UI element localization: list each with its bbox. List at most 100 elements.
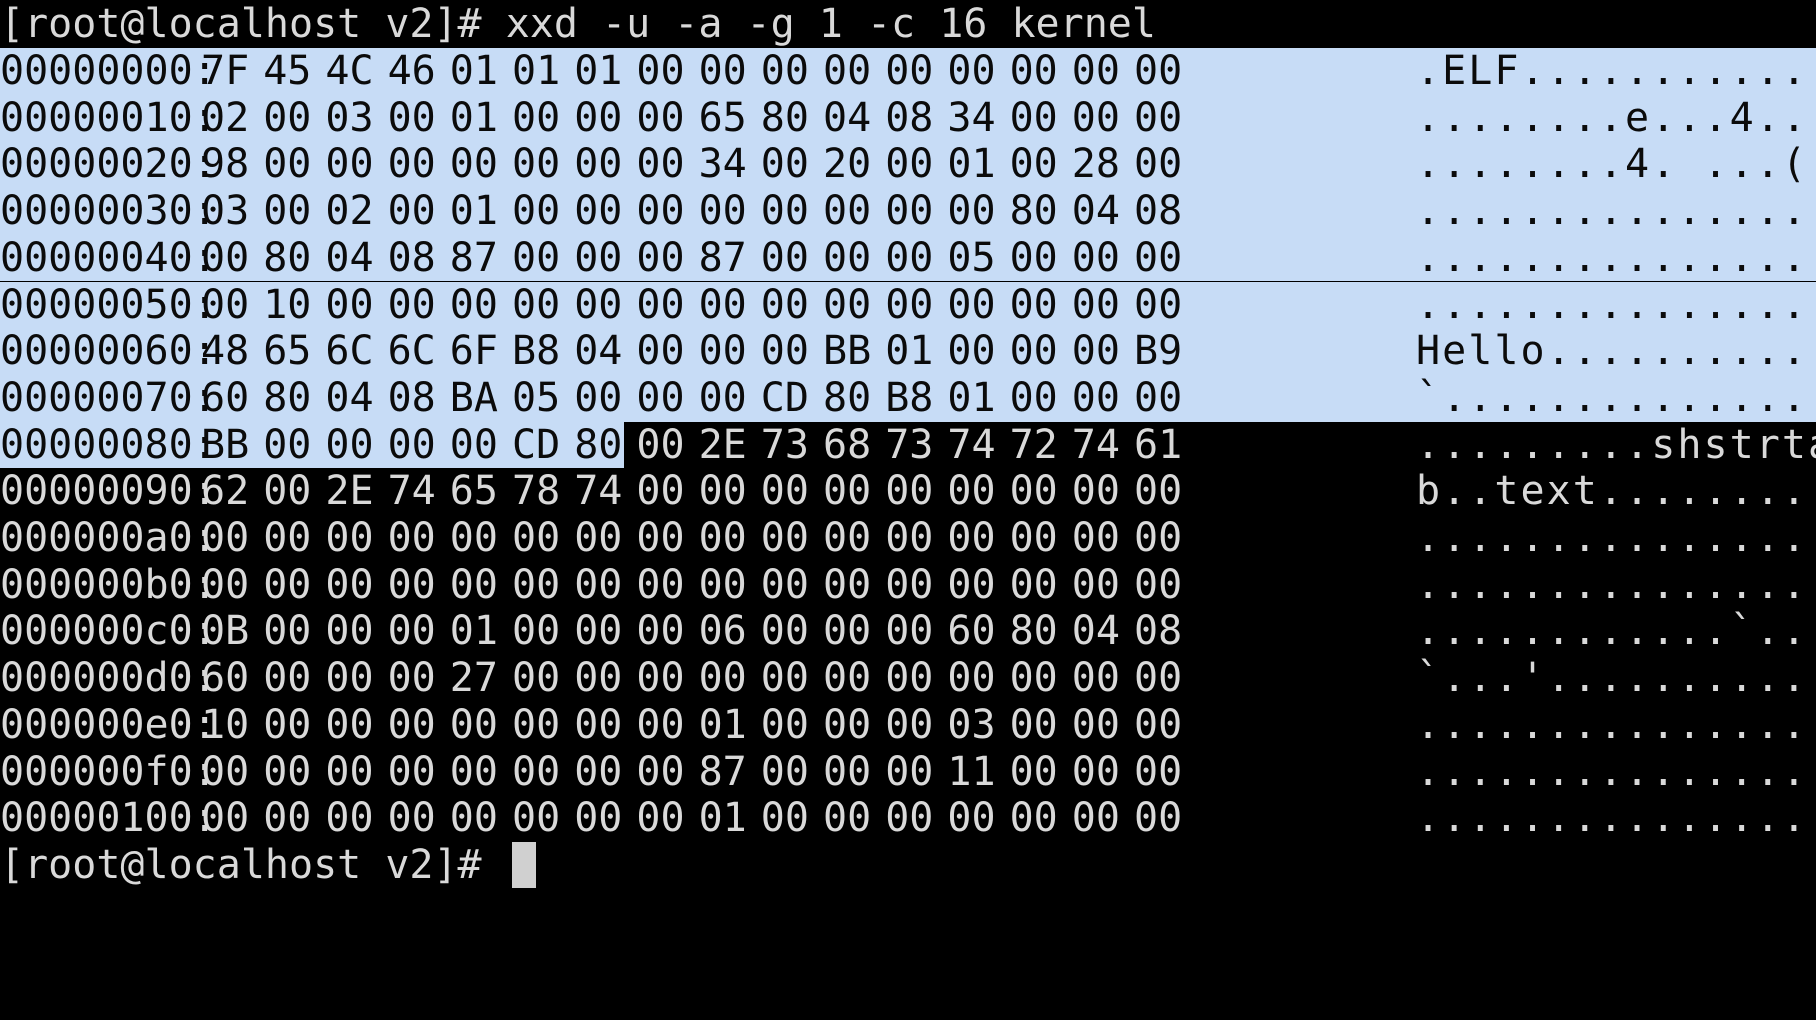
row-ascii: ................ xyxy=(1416,748,1816,795)
hex-byte: 01 xyxy=(698,795,747,842)
hex-byte: 00 xyxy=(574,188,623,235)
hex-byte: 80 xyxy=(1009,188,1058,235)
hex-byte: 00 xyxy=(698,561,747,608)
hex-byte: 00 xyxy=(325,561,374,608)
hex-byte: 00 xyxy=(387,748,436,795)
hex-byte: 00 xyxy=(1134,515,1183,561)
hex-byte: 00 xyxy=(201,281,250,328)
hex-byte: 00 xyxy=(449,701,498,748)
hex-byte: 00 xyxy=(387,141,436,188)
hex-byte: 01 xyxy=(947,374,996,421)
hex-byte: 00 xyxy=(947,561,996,608)
row-ascii: ................ xyxy=(1416,281,1816,328)
hex-byte: 74 xyxy=(1071,421,1120,468)
hex-byte: 00 xyxy=(1134,561,1183,608)
row-ascii: .........shstrta xyxy=(1416,421,1816,468)
hex-byte: 00 xyxy=(512,234,561,281)
hex-byte: 00 xyxy=(325,795,374,842)
hex-byte: 00 xyxy=(512,94,561,141)
hex-byte: 00 xyxy=(325,281,374,328)
hex-row: 000000d0: 60 00 00 00 27 00 00 00 00 00 00 00 00 00 00 0… xyxy=(0,655,1816,702)
row-ascii: .ELF............ xyxy=(1416,48,1816,94)
hex-byte: 00 xyxy=(1009,748,1058,795)
hex-byte: 02 xyxy=(325,188,374,235)
hex-byte: 11 xyxy=(947,748,996,795)
hex-byte: 01 xyxy=(947,141,996,188)
hex-byte: 2E xyxy=(325,468,374,515)
hex-byte: 00 xyxy=(201,561,250,608)
hex-byte: 00 xyxy=(823,655,872,702)
hex-byte: 74 xyxy=(574,468,623,515)
hex-byte: 00 xyxy=(760,234,809,281)
hex-byte: 00 xyxy=(574,515,623,561)
hex-byte: 00 xyxy=(201,515,250,561)
hex-byte: 01 xyxy=(449,608,498,655)
hex-byte: 98 xyxy=(201,141,250,188)
hex-byte: 00 xyxy=(760,328,809,375)
row-ascii: ........4. ...(. xyxy=(1416,141,1816,188)
hex-byte: 60 xyxy=(201,374,250,421)
hex-byte: 00 xyxy=(574,561,623,608)
hex-row: 000000f0: 00 00 00 00 00 00 00 00 87 00 00 00 11 00 00 0… xyxy=(0,749,1816,796)
hex-byte: 00 xyxy=(574,748,623,795)
hex-byte: 60 xyxy=(947,608,996,655)
hex-byte: 00 xyxy=(512,655,561,702)
hex-byte: 00 xyxy=(1134,748,1183,795)
hex-byte: 00 xyxy=(947,281,996,328)
hex-row: 00000070: 60 80 04 08 BA 05 00 00 00 CD 80 B8 01 00 00 0… xyxy=(0,374,1816,422)
terminal-window[interactable]: [root@localhost v2]# xxd -u -a -g 1 -c 1… xyxy=(0,0,1816,1020)
hex-byte: 00 xyxy=(1134,94,1183,141)
hex-row: 00000010: 02 00 03 00 01 00 00 00 65 80 04 08 34 00 00 0… xyxy=(0,94,1816,142)
hex-byte: 00 xyxy=(947,655,996,702)
hex-byte: 00 xyxy=(1071,701,1120,748)
hex-byte: 10 xyxy=(201,701,250,748)
hex-byte: 00 xyxy=(1071,48,1120,94)
hex-byte: 00 xyxy=(201,748,250,795)
hex-byte: 00 xyxy=(636,328,685,375)
hex-byte: BA xyxy=(449,374,498,421)
hex-byte: 00 xyxy=(512,561,561,608)
hex-row: 00000060: 48 65 6C 6C 6F B8 04 00 00 00 BB 01 00 00 00 B… xyxy=(0,328,1816,375)
hex-byte: CD xyxy=(512,421,561,468)
hex-byte: 87 xyxy=(698,234,747,281)
row-ascii: ................ xyxy=(1416,234,1816,281)
hex-byte: 00 xyxy=(1134,281,1183,328)
hex-byte: 00 xyxy=(512,608,561,655)
row-ascii: ................ xyxy=(1416,188,1816,235)
hex-byte: 00 xyxy=(263,655,312,702)
hex-byte: 00 xyxy=(885,141,934,188)
hex-byte: 03 xyxy=(947,701,996,748)
hex-byte: 00 xyxy=(574,234,623,281)
hex-byte: 00 xyxy=(574,795,623,842)
hex-byte: 00 xyxy=(449,141,498,188)
prompt-line: [root@localhost v2]# xyxy=(0,841,1816,889)
hex-byte: 00 xyxy=(263,608,312,655)
hex-byte: 74 xyxy=(387,468,436,515)
hex-byte: 00 xyxy=(263,795,312,842)
hex-byte: 6C xyxy=(387,328,436,375)
hex-byte: 00 xyxy=(1071,748,1120,795)
hex-byte: 00 xyxy=(1009,48,1058,94)
hex-byte: 73 xyxy=(885,421,934,468)
hex-byte: 00 xyxy=(636,374,685,421)
hex-byte: 04 xyxy=(325,374,374,421)
hex-byte: 00 xyxy=(263,468,312,515)
hex-byte: 00 xyxy=(636,701,685,748)
hex-byte: 00 xyxy=(574,141,623,188)
final-prompt-text: [root@localhost v2]# xyxy=(0,841,536,889)
row-offset: 00000000: xyxy=(0,48,217,94)
hex-byte: 00 xyxy=(698,374,747,421)
hex-byte: 00 xyxy=(760,561,809,608)
hex-byte: 00 xyxy=(1071,468,1120,515)
hex-byte: 04 xyxy=(574,328,623,375)
hex-byte: 00 xyxy=(1071,328,1120,375)
hex-byte: 04 xyxy=(1071,188,1120,235)
hex-byte: 00 xyxy=(947,515,996,561)
hex-byte: B8 xyxy=(512,328,561,375)
hex-byte: 00 xyxy=(512,795,561,842)
hex-byte: 00 xyxy=(263,94,312,141)
hex-byte: 00 xyxy=(449,795,498,842)
hex-byte: 00 xyxy=(698,328,747,375)
hex-byte: 05 xyxy=(947,234,996,281)
hex-row: 00000040: 00 80 04 08 87 00 00 00 87 00 00 00 05 00 00 0… xyxy=(0,234,1816,282)
